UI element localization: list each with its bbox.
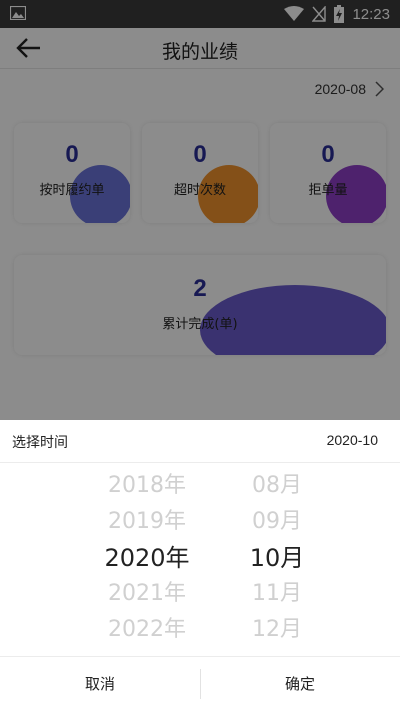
month-option-selected[interactable]: 10月 — [222, 540, 332, 576]
year-option[interactable]: 2022年 — [92, 612, 202, 648]
year-option[interactable]: 2019年 — [92, 504, 202, 540]
picker-title: 选择时间 — [12, 435, 68, 451]
month-wheel[interactable]: 08月 09月 10月 11月 12月 — [222, 468, 332, 648]
confirm-button[interactable]: 确定 — [200, 657, 400, 711]
picker-header: 选择时间 2020-10 — [0, 420, 400, 463]
cancel-button[interactable]: 取消 — [0, 657, 200, 711]
month-option[interactable]: 11月 — [222, 576, 332, 612]
month-option[interactable]: 12月 — [222, 612, 332, 648]
picker-selected-value: 2020-10 — [326, 432, 378, 448]
year-wheel[interactable]: 2018年 2019年 2020年 2021年 2022年 — [92, 468, 202, 648]
date-picker-sheet: 选择时间 2020-10 2018年 2019年 2020年 2021年 202… — [0, 420, 400, 710]
picker-footer: 取消 确定 — [0, 656, 400, 711]
month-option[interactable]: 08月 — [222, 468, 332, 504]
dim-overlay[interactable] — [0, 0, 400, 420]
month-option[interactable]: 09月 — [222, 504, 332, 540]
year-option-selected[interactable]: 2020年 — [92, 540, 202, 576]
year-option[interactable]: 2021年 — [92, 576, 202, 612]
year-option[interactable]: 2018年 — [92, 468, 202, 504]
